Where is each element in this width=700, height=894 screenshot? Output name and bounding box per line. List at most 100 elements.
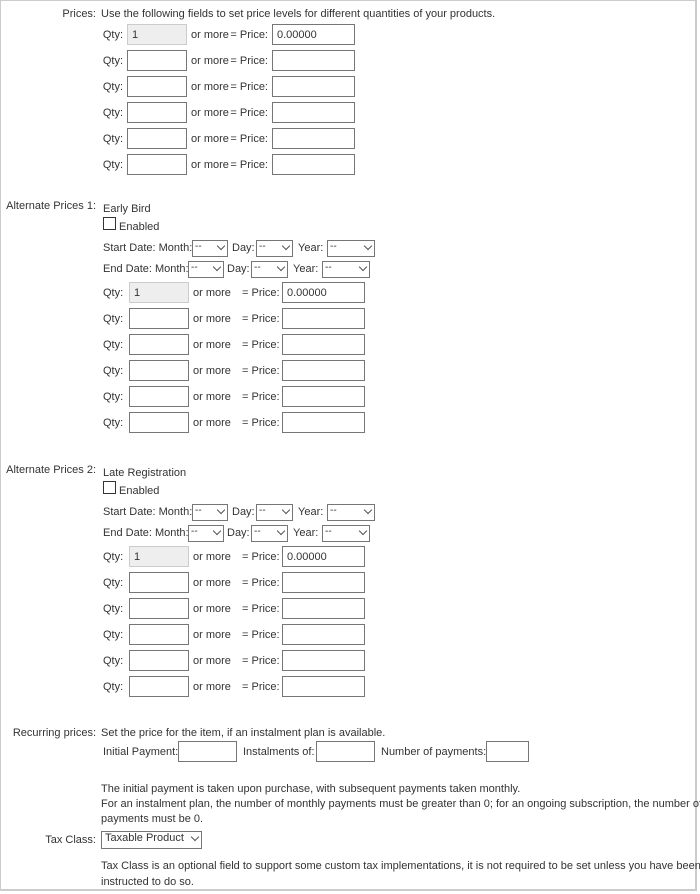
price-label: = Price: — [242, 417, 280, 429]
price-input[interactable] — [282, 624, 365, 645]
tax-note-2: instructed to do so. — [101, 876, 194, 888]
end-day-select[interactable]: -- — [251, 261, 288, 278]
year-label: Year: — [298, 242, 324, 254]
price-input[interactable] — [282, 282, 365, 303]
price-input[interactable] — [272, 76, 355, 97]
price-input[interactable] — [272, 102, 355, 123]
price-label: = Price: — [242, 287, 280, 299]
alt2-enabled-label: Enabled — [119, 485, 160, 497]
price-input[interactable] — [282, 360, 365, 381]
qty-input[interactable] — [129, 412, 189, 433]
qty-input[interactable] — [129, 334, 189, 355]
end-month-select[interactable]: -- — [188, 261, 224, 278]
price-label: = Price: — [230, 29, 268, 41]
price-input[interactable] — [282, 650, 365, 671]
qty-label: Qty: — [102, 55, 123, 67]
start-year-select[interactable]: -- — [327, 240, 375, 257]
qty-input[interactable] — [127, 128, 187, 149]
initial-payment-input[interactable] — [178, 741, 237, 762]
chevron-down-icon — [190, 832, 200, 842]
qty-input[interactable] — [129, 546, 189, 567]
or-more-label: or more — [191, 107, 229, 119]
alt2-name: Late Registration — [103, 467, 187, 479]
select-value: -- — [259, 505, 266, 516]
price-input[interactable] — [272, 24, 355, 45]
qty-input[interactable] — [129, 650, 189, 671]
price-label: = Price: — [230, 107, 268, 119]
alt1-name: Early Bird — [103, 203, 151, 215]
chevron-down-icon — [358, 262, 368, 272]
qty-input[interactable] — [129, 598, 189, 619]
qty-input[interactable] — [129, 308, 189, 329]
qty-label: Qty: — [102, 29, 123, 41]
select-value: -- — [330, 505, 337, 516]
or-more-label: or more — [191, 133, 229, 145]
or-more-label: or more — [193, 365, 231, 377]
or-more-label: or more — [193, 551, 231, 563]
start-month-select[interactable]: -- — [192, 240, 228, 257]
year-label: Year: — [298, 506, 324, 518]
or-more-label: or more — [193, 313, 231, 325]
price-input[interactable] — [282, 308, 365, 329]
qty-label: Qty: — [103, 313, 124, 325]
qty-label: Qty: — [103, 603, 124, 615]
price-input[interactable] — [272, 154, 355, 175]
initial-payment-label: Initial Payment: — [103, 746, 179, 758]
qty-input[interactable] — [129, 282, 189, 303]
qty-input[interactable] — [127, 50, 187, 71]
day-label: Day: — [232, 506, 255, 518]
price-input[interactable] — [282, 412, 365, 433]
start-month-select[interactable]: -- — [192, 504, 228, 521]
price-label: = Price: — [242, 365, 280, 377]
end-month-select[interactable]: -- — [188, 525, 224, 542]
price-label: = Price: — [230, 81, 268, 93]
qty-label: Qty: — [103, 681, 124, 693]
price-input[interactable] — [282, 676, 365, 697]
price-input[interactable] — [282, 386, 365, 407]
price-label: = Price: — [242, 603, 280, 615]
price-input[interactable] — [272, 50, 355, 71]
qty-input[interactable] — [129, 386, 189, 407]
or-more-label: or more — [193, 681, 231, 693]
price-input[interactable] — [282, 598, 365, 619]
qty-label: Qty: — [103, 391, 124, 403]
alt2-enabled-checkbox[interactable] — [103, 481, 116, 494]
qty-input[interactable] — [129, 676, 189, 697]
qty-input[interactable] — [127, 76, 187, 97]
qty-input[interactable] — [127, 154, 187, 175]
end-year-select[interactable]: -- — [322, 525, 370, 542]
qty-input[interactable] — [129, 572, 189, 593]
tax-class-select[interactable]: Taxable Product — [101, 831, 202, 849]
price-input[interactable] — [282, 572, 365, 593]
select-value: -- — [325, 526, 332, 537]
or-more-label: or more — [191, 81, 229, 93]
qty-label: Qty: — [103, 339, 124, 351]
start-day-select[interactable]: -- — [256, 504, 293, 521]
end-day-select[interactable]: -- — [251, 525, 288, 542]
price-label: = Price: — [230, 133, 268, 145]
start-day-select[interactable]: -- — [256, 240, 293, 257]
price-label: = Price: — [242, 391, 280, 403]
number-payments-label: Number of payments: — [381, 746, 487, 758]
number-payments-input[interactable] — [486, 741, 529, 762]
alt1-enabled-checkbox[interactable] — [103, 217, 116, 230]
start-year-select[interactable]: -- — [327, 504, 375, 521]
price-label: = Price: — [242, 655, 280, 667]
chevron-down-icon — [281, 241, 291, 251]
instalments-input[interactable] — [316, 741, 375, 762]
tax-class-label: Tax Class: — [45, 834, 96, 846]
qty-input[interactable] — [127, 102, 187, 123]
qty-input[interactable] — [129, 360, 189, 381]
price-input[interactable] — [282, 546, 365, 567]
end-year-select[interactable]: -- — [322, 261, 370, 278]
price-input[interactable] — [282, 334, 365, 355]
qty-input[interactable] — [129, 624, 189, 645]
end-date-label: End Date: Month: — [103, 527, 189, 539]
chevron-down-icon — [212, 262, 222, 272]
start-date-label: Start Date: Month: — [103, 506, 193, 518]
qty-label: Qty: — [102, 133, 123, 145]
price-input[interactable] — [272, 128, 355, 149]
chevron-down-icon — [276, 262, 286, 272]
qty-input[interactable] — [127, 24, 187, 45]
instalments-label: Instalments of: — [243, 746, 315, 758]
